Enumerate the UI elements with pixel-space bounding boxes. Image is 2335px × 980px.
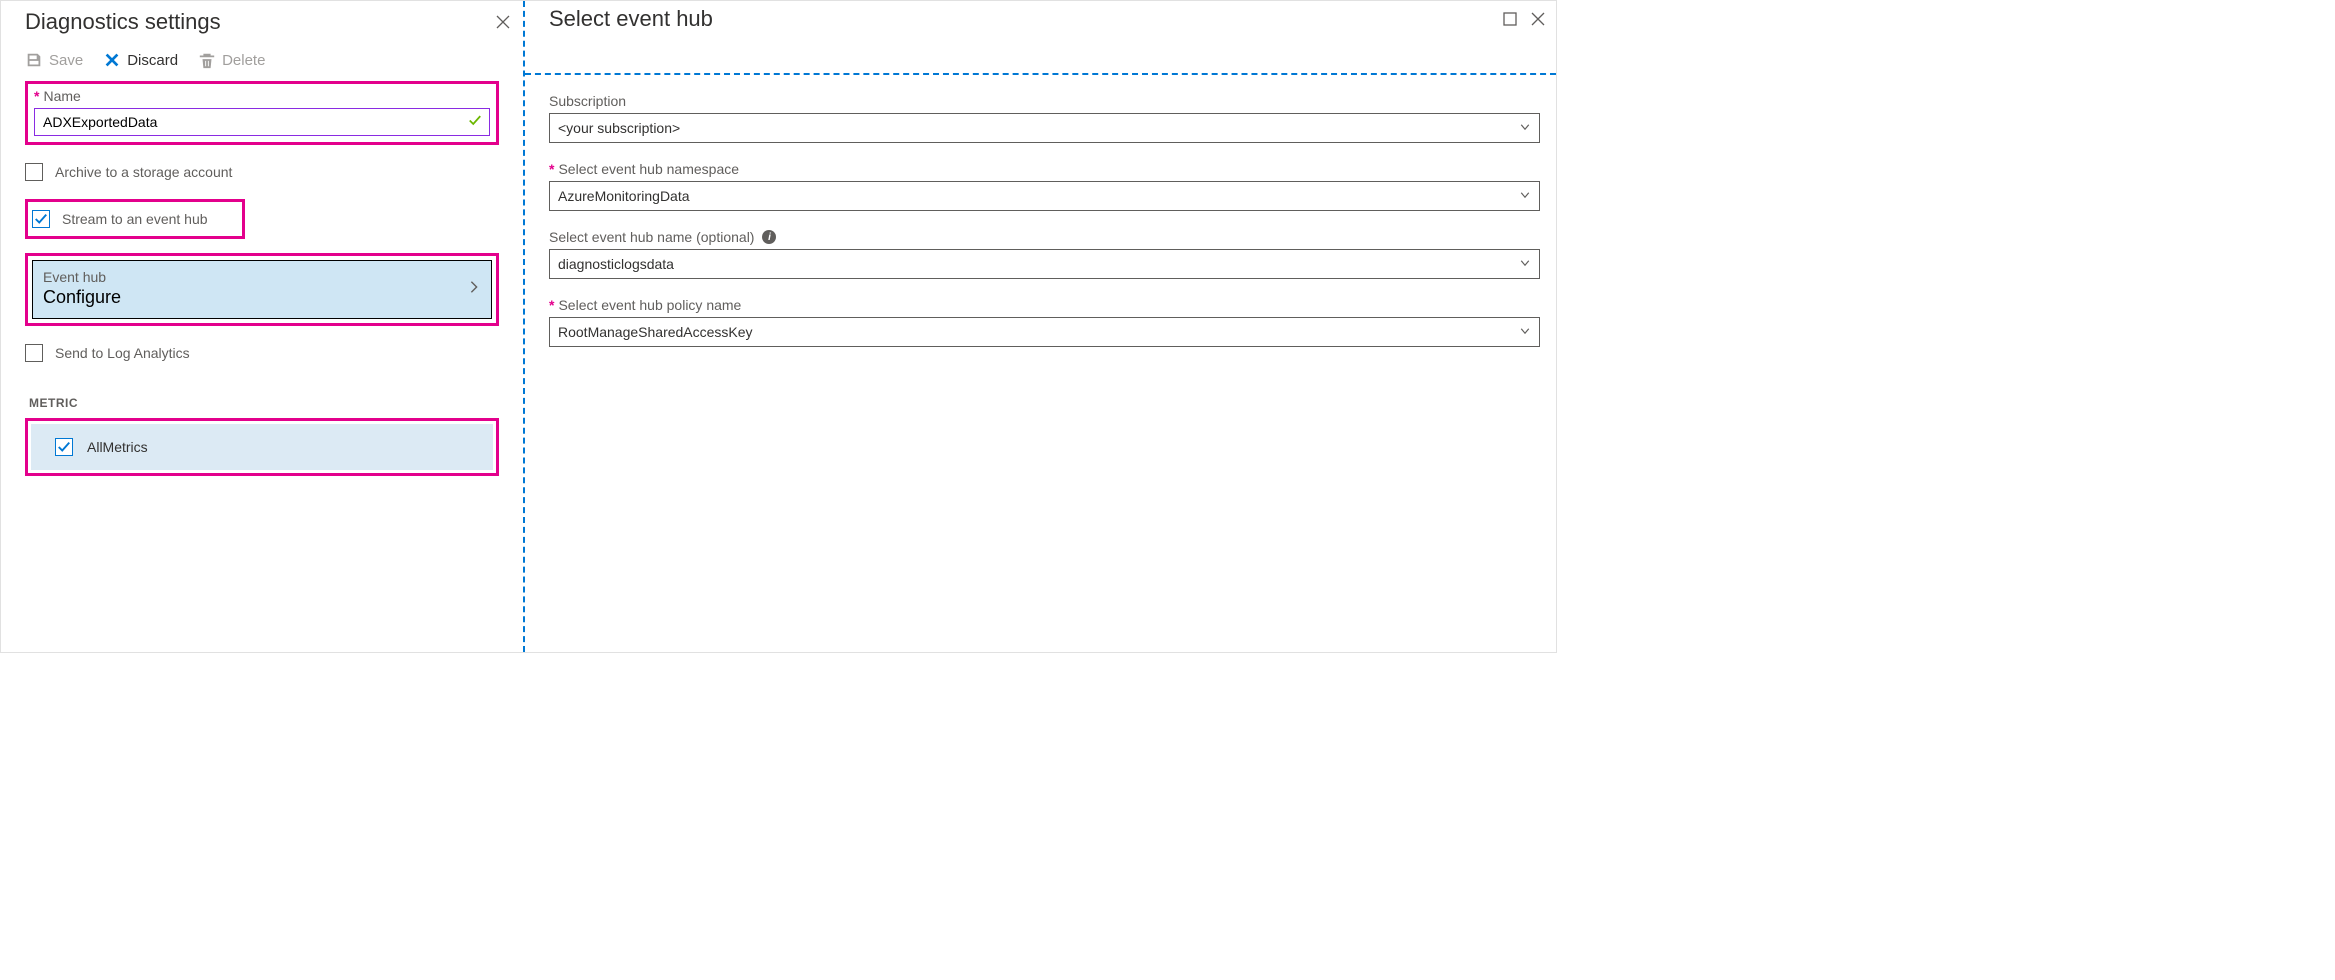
subscription-select[interactable]: <your subscription> [549, 113, 1540, 143]
chevron-down-icon [1519, 120, 1531, 136]
eventhub-small-label: Event hub [43, 269, 121, 285]
subscription-label: Subscription [549, 93, 1540, 109]
required-star: * [549, 161, 554, 177]
archive-checkbox-row[interactable]: Archive to a storage account [25, 159, 499, 185]
left-header: Diagnostics settings [1, 1, 523, 43]
policy-value: RootManageSharedAccessKey [558, 324, 753, 340]
restore-icon[interactable] [1502, 11, 1518, 27]
right-body: Subscription <your subscription> * Selec… [525, 73, 1556, 652]
name-input-wrap [34, 108, 490, 136]
close-icon[interactable] [1530, 11, 1546, 27]
log-analytics-checkbox[interactable] [25, 344, 43, 362]
policy-label: * Select event hub policy name [549, 297, 1540, 313]
close-icon[interactable] [495, 14, 511, 30]
save-icon [25, 51, 43, 69]
right-title: Select event hub [549, 6, 713, 32]
archive-checkbox[interactable] [25, 163, 43, 181]
stream-label: Stream to an event hub [62, 211, 208, 227]
hubname-select[interactable]: diagnosticlogsdata [549, 249, 1540, 279]
stream-checkbox-row[interactable]: Stream to an event hub [32, 206, 238, 232]
discard-icon [103, 51, 121, 69]
discard-label: Discard [127, 52, 178, 69]
metric-caption: METRIC [29, 396, 499, 410]
policy-field: * Select event hub policy name RootManag… [549, 297, 1540, 347]
allmetrics-row[interactable]: AllMetrics [31, 424, 493, 470]
namespace-field: * Select event hub namespace AzureMonito… [549, 161, 1540, 211]
chevron-down-icon [1519, 188, 1531, 204]
hubname-field: Select event hub name (optional) i diagn… [549, 229, 1540, 279]
chevron-down-icon [1519, 256, 1531, 272]
toolbar: Save Discard Delete [1, 43, 523, 81]
subscription-field: Subscription <your subscription> [549, 93, 1540, 143]
valid-check-icon [468, 114, 482, 131]
select-event-hub-panel: Select event hub Subscription <your subs… [525, 1, 1556, 652]
policy-select[interactable]: RootManageSharedAccessKey [549, 317, 1540, 347]
subscription-value: <your subscription> [558, 120, 680, 136]
eventhub-configure[interactable]: Event hub Configure [32, 260, 492, 319]
allmetrics-checkbox[interactable] [55, 438, 73, 456]
eventhub-config-highlight: Event hub Configure [25, 253, 499, 326]
discard-button[interactable]: Discard [103, 51, 178, 69]
log-analytics-row[interactable]: Send to Log Analytics [25, 340, 499, 366]
name-input[interactable] [34, 108, 490, 136]
left-title: Diagnostics settings [25, 9, 221, 35]
save-button[interactable]: Save [25, 51, 83, 69]
diagnostics-settings-panel: Diagnostics settings Save Discard Delete… [1, 1, 525, 652]
stream-checkbox[interactable] [32, 210, 50, 228]
allmetrics-highlight: AllMetrics [25, 418, 499, 476]
chevron-down-icon [1519, 324, 1531, 340]
namespace-label: * Select event hub namespace [549, 161, 1540, 177]
archive-label: Archive to a storage account [55, 164, 232, 180]
hubname-label: Select event hub name (optional) i [549, 229, 1540, 245]
info-icon[interactable]: i [762, 230, 776, 244]
log-analytics-label: Send to Log Analytics [55, 345, 190, 361]
namespace-select[interactable]: AzureMonitoringData [549, 181, 1540, 211]
right-header: Select event hub [525, 1, 1556, 37]
required-star: * [549, 297, 554, 313]
chevron-right-icon [467, 280, 481, 297]
eventhub-configure-text: Configure [43, 287, 121, 308]
delete-label: Delete [222, 52, 265, 69]
hubname-value: diagnosticlogsdata [558, 256, 674, 272]
save-label: Save [49, 52, 83, 69]
delete-button[interactable]: Delete [198, 51, 265, 69]
allmetrics-label: AllMetrics [87, 439, 148, 455]
stream-highlight: Stream to an event hub [25, 199, 245, 239]
required-star: * [34, 88, 39, 104]
name-section-highlight: * Name [25, 81, 499, 145]
namespace-value: AzureMonitoringData [558, 188, 690, 204]
delete-icon [198, 51, 216, 69]
form-body: * Name Archive to a storage account Stre… [1, 81, 523, 502]
name-label: * Name [34, 88, 490, 104]
